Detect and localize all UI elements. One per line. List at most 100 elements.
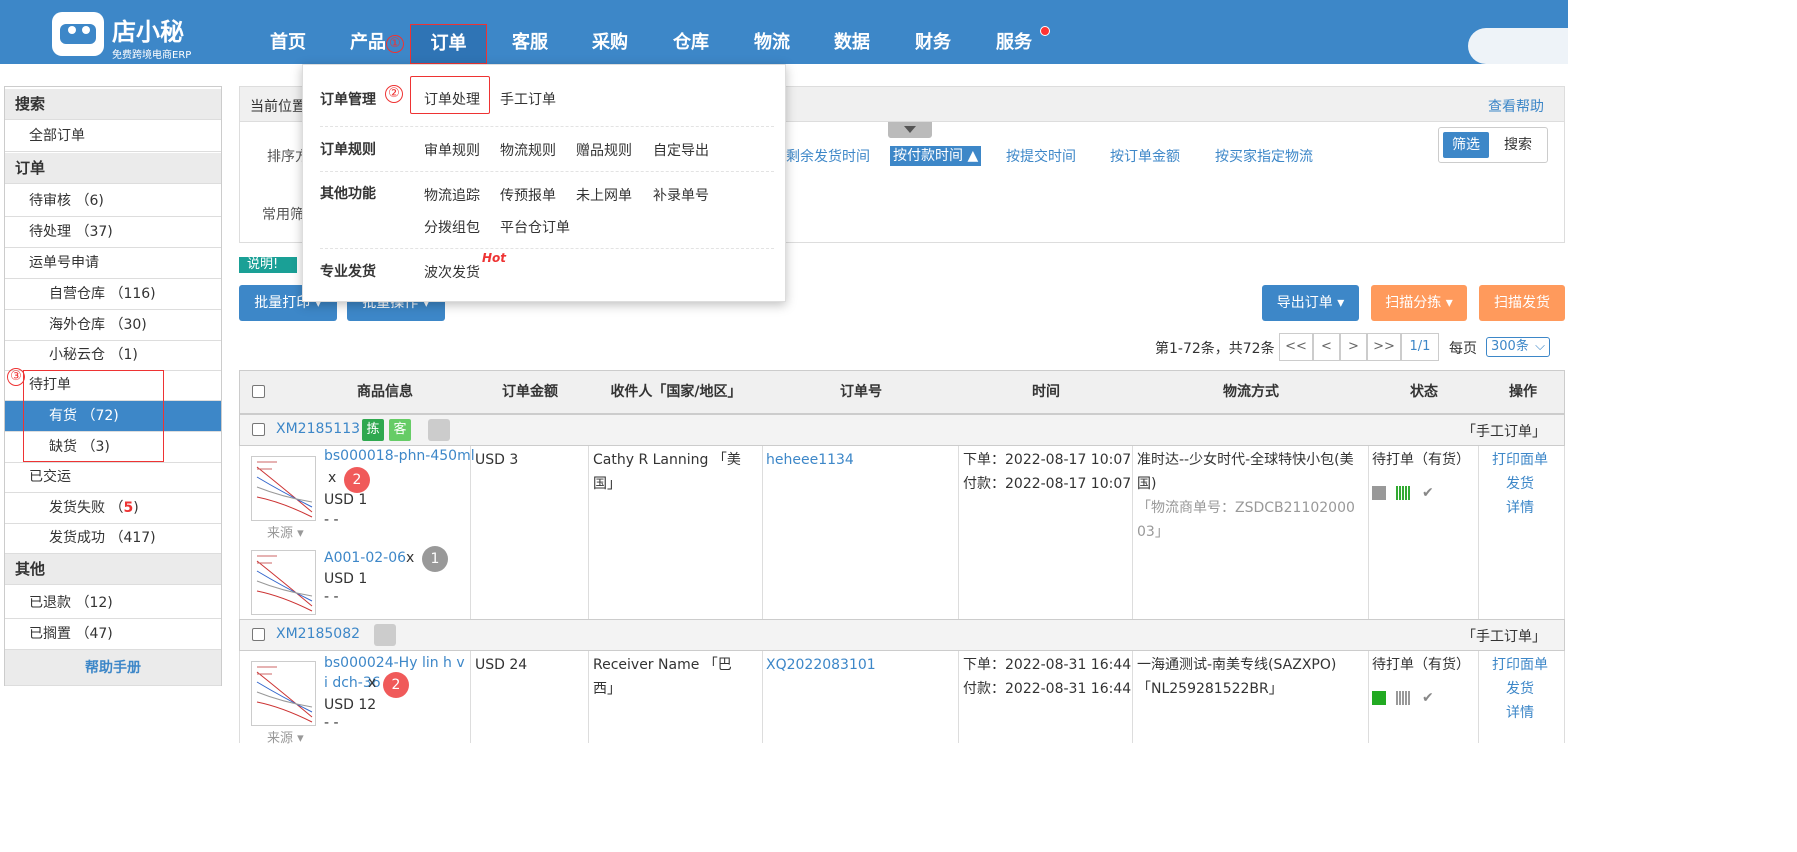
recipient: Receiver Name 「巴西」 (593, 657, 732, 697)
source-dropdown[interactable]: 来源 ▾ (267, 522, 304, 541)
pager-first[interactable]: << (1279, 333, 1313, 361)
check-icon[interactable]: ✔ (1422, 691, 1436, 705)
col-divider (470, 651, 471, 743)
sort-buyer-logistics[interactable]: 按买家指定物流 (1215, 146, 1313, 166)
brand-logo[interactable]: 店小秘 免费跨境电商ERP (52, 8, 212, 61)
sort-submit-time[interactable]: 按提交时间 (1006, 146, 1076, 166)
sidebar-item-overseas-warehouse[interactable]: 海外仓库 （30) (5, 310, 221, 341)
product-thumbnail[interactable] (251, 456, 316, 521)
pager-prev[interactable]: < (1313, 333, 1340, 361)
sidebar-item-shelved[interactable]: 已搁置 （47) (5, 619, 221, 650)
barcode-icon[interactable] (1396, 691, 1410, 705)
sidebar-item-refunded[interactable]: 已退款 （12) (5, 588, 221, 619)
nav-products[interactable]: 产品 (328, 0, 408, 64)
menu-item-order-processing[interactable]: 订单处理 (424, 89, 480, 109)
order-id[interactable]: XM2185082 (276, 626, 360, 642)
detail-link[interactable]: 详情 (1506, 701, 1534, 725)
hot-badge: Hot (482, 251, 507, 265)
menu-item-pre-report[interactable]: 传预报单 (500, 185, 556, 205)
nav-data[interactable]: 数据 (812, 0, 892, 64)
ship-link[interactable]: 发货 (1506, 472, 1534, 496)
menu-item-review-rules[interactable]: 审单规则 (424, 140, 480, 160)
menu-item-wave-shipping[interactable]: 波次发货 (424, 262, 480, 282)
menu-item-manual-order[interactable]: 手工订单 (500, 89, 556, 109)
nav-finance[interactable]: 财务 (893, 0, 973, 64)
nav-warehouse[interactable]: 仓库 (651, 0, 731, 64)
sidebar-item-cloud-warehouse[interactable]: 小秘云仓 （1) (5, 340, 221, 371)
copy-icon[interactable] (1372, 691, 1386, 705)
menu-item-consolidation[interactable]: 分拨组包 (424, 217, 480, 237)
nav-orders[interactable]: 订单 (410, 24, 487, 64)
order-id[interactable]: XM2185113 (276, 421, 360, 437)
sidebar-item-own-warehouse[interactable]: 自营仓库 （116) (5, 279, 221, 310)
order-number[interactable]: XQ2022083101 (766, 653, 876, 677)
order-group-row: XM2185082 「手工订单」 (239, 619, 1565, 651)
source-dropdown[interactable]: 来源 ▾ (267, 727, 304, 746)
order-group-row: XM2185113 拣 客 「手工订单」 (239, 414, 1565, 446)
sidebar-item-all-orders[interactable]: 全部订单 (5, 121, 221, 152)
qty-x: x (328, 470, 337, 486)
pager-next[interactable]: > (1340, 333, 1367, 361)
sidebar-help-link[interactable]: 帮助手册 (5, 650, 221, 686)
help-link[interactable]: 查看帮助 (1488, 96, 1544, 116)
barcode-icon[interactable] (1396, 486, 1410, 500)
product-thumbnail[interactable] (251, 661, 316, 726)
marker-2: ② (385, 85, 403, 103)
order-amount: USD 3 (475, 452, 519, 468)
menu-item-custom-export[interactable]: 自定导出 (653, 140, 709, 160)
order-type: 「手工订单」 (1462, 629, 1546, 645)
note-badge[interactable]: 说明! (239, 257, 297, 273)
export-orders-button[interactable]: 导出订单 ▾ (1262, 285, 1359, 321)
sidebar-item-processing[interactable]: 待处理 （37) (5, 217, 221, 248)
nav-service[interactable]: 客服 (490, 0, 570, 64)
sidebar-item-tracking-apply[interactable]: 运单号申请 (5, 248, 221, 279)
scan-sort-button[interactable]: 扫描分拣 ▾ (1371, 285, 1467, 321)
col-divider (958, 651, 959, 743)
qty-badge: 2 (344, 467, 370, 493)
menu-item-tracking[interactable]: 物流追踪 (424, 185, 480, 205)
search-toggle-button[interactable]: 搜索 (1495, 132, 1541, 158)
order-flag-icon[interactable] (428, 419, 450, 441)
sort-amount[interactable]: 按订单金额 (1110, 146, 1180, 166)
sidebar-item-shipped[interactable]: 已交运 (5, 462, 221, 493)
check-icon[interactable]: ✔ (1422, 486, 1436, 500)
menu-item-logistics-rules[interactable]: 物流规则 (500, 140, 556, 160)
th-logistics: 物流方式 (1223, 384, 1279, 400)
user-avatar[interactable] (1468, 28, 1568, 64)
menu-item-not-online[interactable]: 未上网单 (576, 185, 632, 205)
pager-last[interactable]: >> (1367, 333, 1401, 361)
sort-remaining-time[interactable]: 剩余发货时间 (786, 146, 870, 166)
copy-icon[interactable] (1372, 486, 1386, 500)
menu-item-supplement-no[interactable]: 补录单号 (653, 185, 709, 205)
scan-ship-button[interactable]: 扫描发货 (1479, 285, 1565, 321)
order-flag-icon[interactable] (374, 624, 396, 646)
menu-item-platform-warehouse[interactable]: 平台仓订单 (500, 217, 570, 237)
pager-summary: 第1-72条，共72条 (1155, 341, 1275, 357)
sidebar-item-pending-review[interactable]: 待审核 （6) (5, 186, 221, 217)
menu-item-gift-rules[interactable]: 赠品规则 (576, 140, 632, 160)
order-checkbox[interactable] (252, 423, 265, 436)
nav-home[interactable]: 首页 (248, 0, 328, 64)
product-sku[interactable]: bs000018-phn-450ml (324, 448, 475, 464)
sidebar-item-ship-success[interactable]: 发货成功 （417) (5, 523, 221, 554)
select-all-checkbox[interactable] (252, 385, 265, 398)
detail-link[interactable]: 详情 (1506, 496, 1534, 520)
col-divider (1132, 446, 1133, 620)
per-page-select[interactable]: 300条 ⌵ (1486, 337, 1550, 357)
sidebar-item-ship-fail[interactable]: 发货失败 （5) (5, 493, 221, 524)
sort-pay-time[interactable]: 按付款时间 ▲ (890, 146, 982, 166)
ship-link[interactable]: 发货 (1506, 677, 1534, 701)
product-sku[interactable]: A001-02-06 (324, 550, 406, 566)
print-label-link[interactable]: 打印面单 (1492, 448, 1548, 472)
highlight-box-to-print (23, 370, 164, 462)
filter-toggle-button[interactable]: 筛选 (1443, 132, 1489, 158)
item-price: USD 1 (324, 571, 368, 587)
product-thumbnail[interactable] (251, 550, 316, 615)
order-number[interactable]: heheee1134 (766, 448, 854, 472)
print-label-link[interactable]: 打印面单 (1492, 653, 1548, 677)
collapse-toggle[interactable] (888, 122, 932, 138)
logistics-method: 准时达--少女时代-全球特快小包(美国) (1137, 452, 1354, 492)
nav-logistics[interactable]: 物流 (732, 0, 812, 64)
order-checkbox[interactable] (252, 628, 265, 641)
nav-purchase[interactable]: 采购 (570, 0, 650, 64)
